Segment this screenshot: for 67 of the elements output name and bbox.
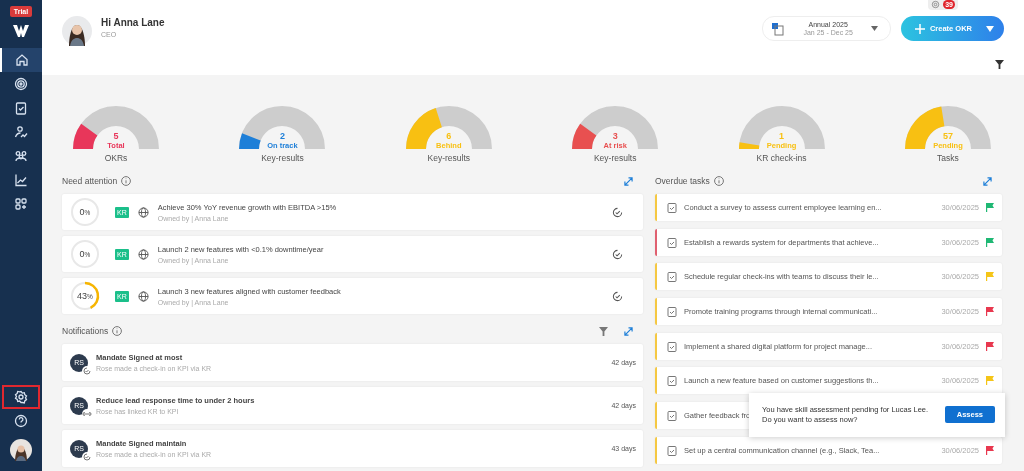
check-in-icon[interactable]	[612, 248, 623, 260]
task-icon	[667, 410, 677, 422]
gauge-label: Tasks	[937, 153, 959, 163]
apps-icon	[14, 197, 28, 211]
gauge-label: Key-results	[427, 153, 471, 163]
gauge-value: 6	[446, 131, 452, 141]
gauge-label: Key-results	[593, 153, 637, 163]
task-icon	[667, 340, 677, 352]
globe-icon	[137, 206, 149, 218]
nav-item[interactable]	[0, 48, 42, 72]
caret-icon	[986, 25, 994, 32]
gear-icon	[931, 0, 941, 9]
logo-icon	[12, 24, 30, 38]
check-in-icon[interactable]	[612, 290, 623, 302]
task-icon	[667, 271, 677, 283]
help-icon	[14, 414, 28, 428]
expand-icon[interactable]	[624, 326, 633, 336]
gauge-label: Key-results	[261, 153, 304, 163]
task-icon	[667, 306, 677, 318]
settings-icon	[14, 390, 28, 404]
gauge-label: OKRs	[104, 153, 128, 163]
gauge-value: 3	[612, 131, 618, 141]
user-avatar[interactable]	[10, 439, 32, 461]
expand-icon[interactable]	[983, 176, 992, 186]
gauge-value: 5	[113, 131, 119, 141]
filter-icon[interactable]	[995, 60, 1004, 69]
gauge-value: 57	[942, 131, 953, 141]
globe-icon	[137, 248, 149, 260]
team-icon	[14, 149, 28, 163]
flag-icon	[986, 237, 994, 247]
profile-avatar	[62, 16, 92, 46]
info-icon[interactable]	[112, 326, 123, 336]
gauge-value: 1	[779, 131, 785, 141]
info-icon[interactable]	[713, 176, 724, 186]
greeting: Hi Anna Lane	[101, 17, 165, 28]
calendar-icon	[771, 21, 786, 36]
section-title: Need attention	[62, 176, 118, 186]
gauge-value: 2	[279, 131, 285, 141]
flag-icon	[986, 307, 994, 317]
info-icon[interactable]	[121, 176, 132, 186]
clipboard-icon	[14, 101, 28, 115]
activity-icon	[82, 365, 92, 376]
activity-icon	[82, 408, 92, 419]
progress-ring	[69, 280, 101, 312]
target-icon	[14, 77, 28, 91]
flag-icon	[986, 376, 994, 386]
flag-icon	[986, 445, 994, 455]
gauge-label: KR check-ins	[756, 153, 807, 163]
task-icon	[667, 375, 677, 387]
task-icon	[667, 236, 677, 248]
section-title: Overdue tasks	[655, 176, 710, 186]
caret-icon	[870, 26, 878, 31]
section-title: Notifications	[62, 326, 109, 336]
nav-item[interactable]	[2, 385, 40, 409]
flag-icon	[986, 272, 994, 282]
task-icon	[667, 202, 677, 213]
home-icon	[15, 53, 29, 67]
flag-icon	[986, 341, 994, 351]
person-chart-icon	[14, 125, 28, 139]
expand-icon[interactable]	[624, 176, 633, 186]
flag-icon	[986, 203, 994, 212]
task-icon	[667, 444, 677, 456]
activity-icon	[82, 451, 92, 462]
check-in-icon[interactable]	[612, 206, 623, 218]
plus-icon	[914, 23, 925, 34]
globe-icon	[137, 290, 149, 302]
chart-icon	[14, 173, 28, 187]
